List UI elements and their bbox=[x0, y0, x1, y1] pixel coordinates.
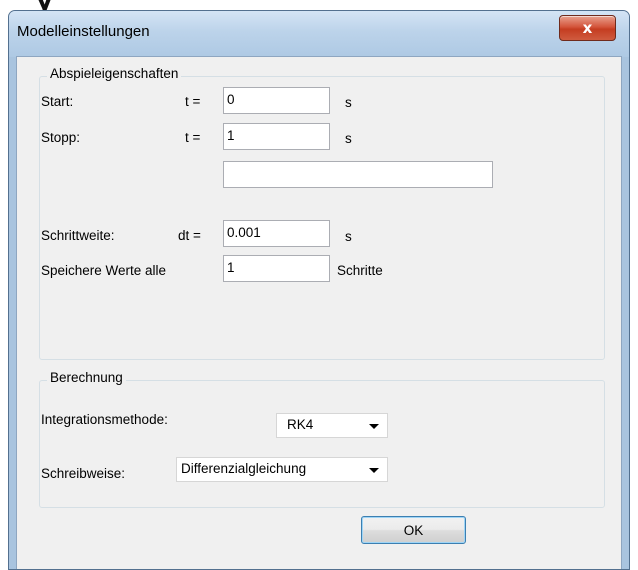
notation-select[interactable]: Differenzialgleichung bbox=[176, 457, 388, 482]
step-input[interactable]: 0.001 bbox=[223, 220, 330, 247]
start-label: Start: bbox=[41, 94, 74, 109]
stop-var-label: t = bbox=[185, 130, 201, 145]
stop-unit: s bbox=[345, 131, 352, 146]
calculation-group: Berechnung bbox=[39, 370, 605, 508]
step-var-label: dt = bbox=[178, 228, 201, 243]
save-interval-unit: Schritte bbox=[337, 263, 383, 278]
start-input[interactable]: 0 bbox=[223, 87, 330, 114]
title-bar[interactable]: Modelleinstellungen x bbox=[9, 11, 629, 57]
chevron-down-icon bbox=[369, 468, 379, 473]
method-select-value: RK4 bbox=[287, 417, 314, 432]
ok-button[interactable]: OK bbox=[361, 516, 466, 544]
close-icon: x bbox=[582, 19, 593, 37]
start-unit: s bbox=[345, 95, 352, 110]
method-label: Integrationsmethode: bbox=[41, 412, 168, 427]
method-select[interactable]: RK4 bbox=[276, 413, 388, 438]
dialog-window: Modelleinstellungen x Abspieleigenschaft… bbox=[8, 10, 630, 570]
save-interval-label: Speichere Werte alle bbox=[41, 263, 167, 278]
dialog-client-area: Abspieleigenschaften Start: t = 0 s Stop… bbox=[16, 56, 622, 569]
step-label: Schrittweite: bbox=[41, 228, 115, 243]
start-var-label: t = bbox=[185, 94, 201, 109]
window-title: Modelleinstellungen bbox=[17, 23, 150, 40]
save-interval-input[interactable]: 1 bbox=[223, 255, 330, 282]
close-button[interactable]: x bbox=[559, 15, 616, 41]
calculation-group-title: Berechnung bbox=[47, 370, 126, 385]
notation-select-value: Differenzialgleichung bbox=[181, 461, 307, 476]
playback-group-title: Abspieleigenschaften bbox=[47, 66, 182, 81]
playback-group: Abspieleigenschaften bbox=[39, 66, 605, 360]
chevron-down-icon bbox=[369, 424, 379, 429]
stop-input[interactable]: 1 bbox=[223, 123, 330, 150]
notation-label: Schreibweise: bbox=[41, 466, 126, 481]
step-unit: s bbox=[345, 229, 352, 244]
stop-label: Stopp: bbox=[41, 130, 81, 145]
extra-input[interactable] bbox=[223, 161, 493, 188]
